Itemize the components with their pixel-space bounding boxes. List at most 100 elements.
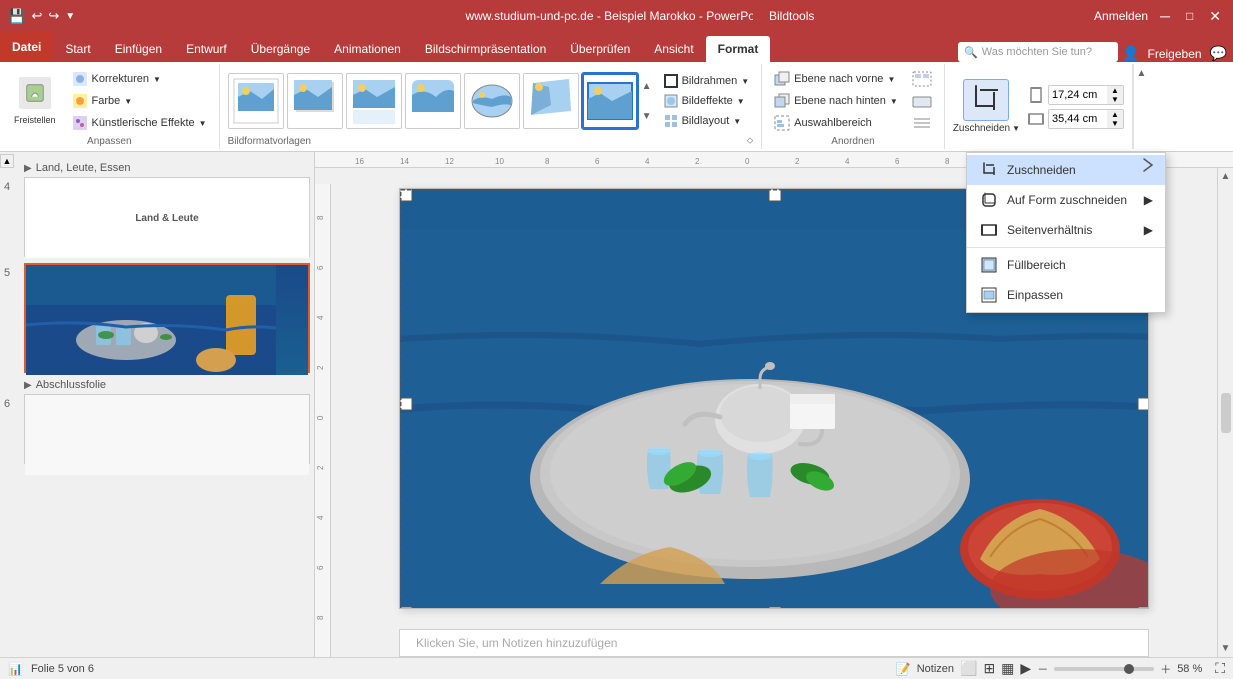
zoom-level[interactable]: 58 % [1177, 663, 1209, 675]
zoom-thumb[interactable] [1124, 664, 1134, 674]
svg-text:4: 4 [645, 157, 650, 166]
slide-thumb-6[interactable] [24, 394, 310, 464]
ebene-hinten-caret[interactable]: ▼ [890, 97, 898, 106]
img-style-2[interactable] [287, 73, 343, 129]
ebene-vorne-caret[interactable]: ▼ [887, 75, 895, 84]
fit-window-icon[interactable]: ⛶ [1215, 660, 1225, 677]
crop-icon [979, 160, 999, 180]
title-bar: 💾 ↩ ↪ ▼ www.studium-und-pc.de - Beispiel… [0, 0, 1233, 32]
freistellen-label: Freistellen [14, 115, 56, 125]
scroll-thumb[interactable] [1221, 393, 1231, 433]
width-up-btn[interactable]: ▲ [1107, 110, 1123, 119]
styles-scroll-down[interactable]: ▼ [640, 101, 654, 131]
comment-icon[interactable]: 💬 [1210, 45, 1227, 62]
group2-btn[interactable] [908, 91, 936, 111]
tab-start[interactable]: Start [53, 36, 102, 62]
tab-datei[interactable]: Datei [0, 32, 53, 62]
zuschneiden-dropdown[interactable]: ▼ [1012, 124, 1020, 133]
undo-icon[interactable]: ↩ [31, 8, 42, 24]
group1-btn[interactable] [908, 69, 936, 89]
kuenstlerisch-btn[interactable]: Künstlerische Effekte ▼ [68, 113, 211, 133]
right-scrollbar[interactable]: ▲ ▼ [1217, 168, 1233, 657]
ruler-vertical: 8 6 4 2 0 2 4 6 8 [315, 184, 331, 657]
slide-info: Folie 5 von 6 [31, 663, 94, 675]
zoom-slider[interactable] [1054, 667, 1154, 671]
farbe-caret[interactable]: ▼ [124, 97, 132, 106]
group3-btn[interactable] [908, 113, 936, 133]
zoom-out-icon[interactable]: － [1037, 661, 1048, 677]
tab-ansicht[interactable]: Ansicht [642, 36, 705, 62]
dropdown-item-fuellbereich[interactable]: Füllbereich [967, 250, 1165, 280]
redo-icon[interactable]: ↪ [48, 8, 59, 24]
tab-einfuegen[interactable]: Einfügen [103, 36, 174, 62]
scroll-up-btn[interactable]: ▲ [1218, 168, 1233, 185]
slide-thumb-4[interactable]: Land & Leute [24, 177, 310, 257]
zoom-in-icon[interactable]: ＋ [1160, 661, 1171, 677]
img-style-selected[interactable] [582, 73, 638, 129]
tab-format[interactable]: Format [706, 36, 771, 62]
zuschneiden-label-btn[interactable]: Zuschneiden ▼ [953, 123, 1020, 134]
freigeben-btn[interactable]: Freigeben [1148, 47, 1202, 61]
dropdown-item-einpassen[interactable]: Einpassen [967, 280, 1165, 310]
slides-scroll-up[interactable]: ▲ [0, 154, 14, 168]
ebene-hinten-btn[interactable]: Ebene nach hinten ▼ [770, 91, 902, 111]
view-present-icon[interactable]: ▶ [1020, 660, 1031, 677]
scroll-down-btn[interactable]: ▼ [1218, 640, 1233, 657]
kuenstlerisch-caret[interactable]: ▼ [199, 119, 207, 128]
slide-thumb-5[interactable] [24, 263, 310, 373]
tab-entwurf[interactable]: Entwurf [174, 36, 239, 62]
ebene-vorne-btn[interactable]: Ebene nach vorne ▼ [770, 69, 902, 89]
width-input[interactable] [1049, 110, 1107, 128]
notes-label[interactable]: Notizen [917, 663, 954, 675]
freistellen-btn[interactable]: Freistellen [8, 74, 62, 128]
bildlayout-btn[interactable]: Bildlayout ▼ [660, 112, 754, 130]
dropdown-item-seitenverhaeltnis[interactable]: Seitenverhältnis ▶ [967, 215, 1165, 245]
korrekturen-btn[interactable]: Korrekturen ▼ [68, 69, 211, 89]
height-up-btn[interactable]: ▲ [1107, 86, 1123, 95]
img-style-3[interactable] [346, 73, 402, 129]
dropdown-item-auf-form[interactable]: Auf Form zuschneiden ▶ [967, 185, 1165, 215]
height-spinbox[interactable]: ▲ ▼ [1048, 85, 1124, 105]
img-style-6[interactable] [523, 73, 579, 129]
ribbon-search[interactable]: 🔍 Was möchten Sie tun? [958, 42, 1118, 62]
restore-btn[interactable]: □ [1182, 9, 1197, 23]
farbe-btn[interactable]: Farbe ▼ [68, 91, 211, 111]
tab-uebergaenge[interactable]: Übergänge [239, 36, 322, 62]
height-down-btn[interactable]: ▼ [1107, 95, 1123, 104]
tab-praesentation[interactable]: Bildschirmpräsentation [413, 36, 558, 62]
width-spinbox[interactable]: ▲ ▼ [1048, 109, 1124, 129]
notes-area[interactable]: Klicken Sie, um Notizen hinzuzufügen [399, 629, 1149, 657]
tab-animationen[interactable]: Animationen [322, 36, 413, 62]
bildlayout-caret[interactable]: ▼ [733, 117, 741, 126]
bildeffekte-caret[interactable]: ▼ [737, 97, 745, 106]
ribbon-collapse[interactable]: ▲ [1133, 64, 1149, 149]
customize-icon[interactable]: ▼ [65, 11, 75, 22]
view-normal-icon[interactable]: ⬜ [960, 660, 977, 677]
img-style-5[interactable] [464, 73, 520, 129]
styles-scroll-up[interactable]: ▲ [640, 71, 654, 101]
img-style-4[interactable] [405, 73, 461, 129]
close-btn[interactable]: ✕ [1205, 8, 1225, 25]
sign-in[interactable]: Anmelden [1094, 9, 1148, 23]
tab-ueberpruefen[interactable]: Überprüfen [558, 36, 642, 62]
view-reader-icon[interactable]: ▦ [1001, 660, 1014, 677]
img-style-1[interactable] [228, 73, 284, 129]
rotate-handle[interactable] [764, 188, 784, 191]
height-input[interactable] [1049, 86, 1107, 104]
auswahlbereich-btn[interactable]: Auswahlbereich [770, 113, 902, 133]
width-down-btn[interactable]: ▼ [1107, 119, 1123, 128]
bildrahmen-btn[interactable]: Bildrahmen ▼ [660, 72, 754, 90]
bildeffekte-btn[interactable]: Bildeffekte ▼ [660, 92, 754, 110]
zuschneiden-btn[interactable] [963, 79, 1009, 121]
section-land-leute: ▶ Land, Leute, Essen [24, 162, 310, 174]
ribbon-group-zuschneiden: Zuschneiden ▼ ▲ ▼ [945, 64, 1133, 149]
bildformat-expand[interactable]: ⬦ [747, 135, 753, 146]
notes-icon[interactable]: 📝 [896, 662, 911, 676]
kuenstlerisch-label: Künstlerische Effekte [92, 117, 195, 129]
dropdown-item-zuschneiden[interactable]: Zuschneiden [967, 155, 1165, 185]
view-grid-icon[interactable]: ⊞ [983, 660, 995, 677]
minimize-btn[interactable]: ─ [1156, 8, 1174, 24]
korrekturen-caret[interactable]: ▼ [153, 75, 161, 84]
save-icon[interactable]: 💾 [8, 8, 25, 25]
bildrahmen-caret[interactable]: ▼ [741, 77, 749, 86]
